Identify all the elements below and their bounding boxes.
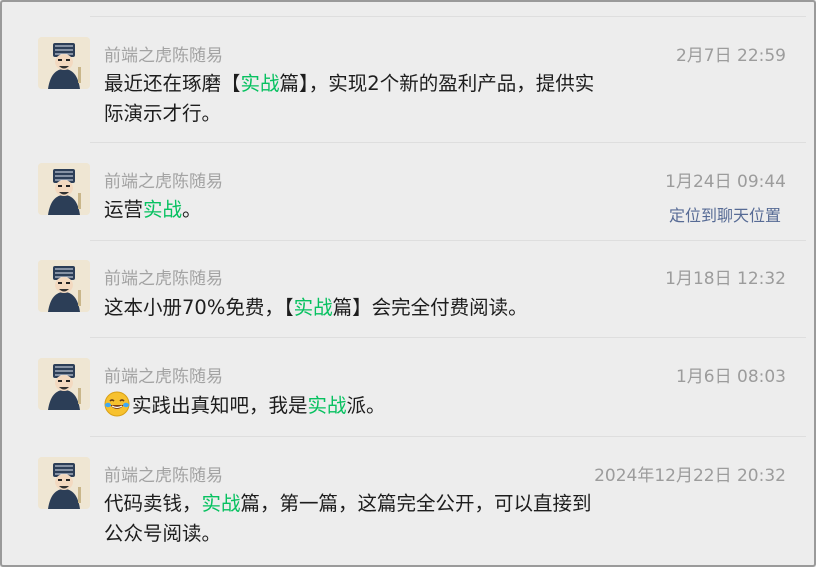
avatar[interactable] xyxy=(38,163,90,215)
keyword-highlight: 实战 xyxy=(201,492,241,515)
message-time: 1月24日 09:44 xyxy=(665,172,786,192)
divider xyxy=(90,337,806,338)
divider xyxy=(90,436,806,437)
avatar[interactable] xyxy=(38,37,90,89)
avatar[interactable] xyxy=(38,457,90,509)
sender-name: 前端之虎陈随易 xyxy=(104,367,223,387)
avatar[interactable] xyxy=(38,358,90,410)
sender-name: 前端之虎陈随易 xyxy=(104,172,223,192)
locate-in-chat-link[interactable]: 定位到聊天位置 xyxy=(669,202,781,226)
message-text: 代码卖钱，实战篇，第一篇，这篇完全公开，可以直接到 公众号阅读。 xyxy=(104,492,592,545)
avatar[interactable] xyxy=(38,260,90,312)
sender-name: 前端之虎陈随易 xyxy=(104,46,223,66)
search-results-panel: 前端之虎陈随易 2月7日 22:59 最近还在琢磨【实战篇】，实现2个新的盈利产… xyxy=(0,0,816,567)
message-text: 这本小册70%免费，【实战篇】会完全付费阅读。 xyxy=(104,296,528,319)
divider xyxy=(90,240,806,241)
divider xyxy=(90,16,806,17)
message-text: 运营实战。 xyxy=(104,198,202,221)
face-with-tears-of-joy-icon xyxy=(104,391,130,417)
divider xyxy=(90,142,806,143)
keyword-highlight: 实战 xyxy=(240,72,280,95)
keyword-highlight: 实战 xyxy=(307,394,347,417)
keyword-highlight: 实战 xyxy=(293,296,333,319)
keyword-highlight: 实战 xyxy=(143,198,183,221)
message-text: 最近还在琢磨【实战篇】，实现2个新的盈利产品，提供实 际演示才行。 xyxy=(104,72,595,125)
message-time: 2024年12月22日 20:32 xyxy=(594,466,786,486)
message-time: 1月6日 08:03 xyxy=(675,367,786,387)
message-time: 2月7日 22:59 xyxy=(675,46,786,66)
message-time: 1月18日 12:32 xyxy=(665,269,786,289)
sender-name: 前端之虎陈随易 xyxy=(104,269,223,289)
message-text: 实践出真知吧，我是实战派。 xyxy=(104,391,649,421)
sender-name: 前端之虎陈随易 xyxy=(104,466,223,486)
